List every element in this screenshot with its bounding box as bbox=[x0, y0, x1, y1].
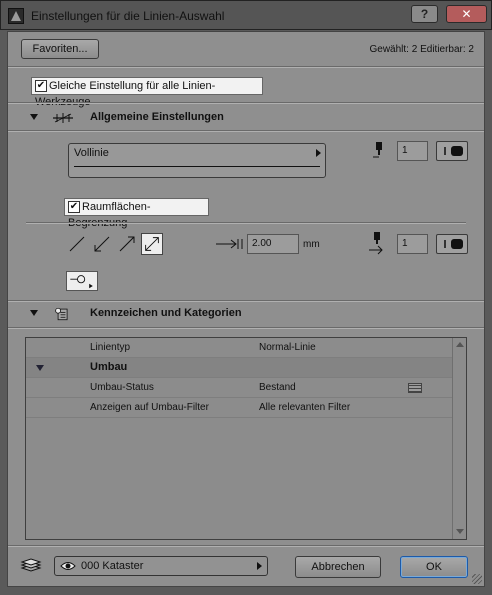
divider bbox=[8, 66, 484, 68]
line-sample bbox=[74, 166, 320, 167]
list-scrollbar[interactable] bbox=[452, 338, 466, 539]
list-item[interactable]: Anzeigen auf Umbau-Filter Alle relevante… bbox=[26, 398, 452, 418]
list-item[interactable]: Linientyp Normal-Linie bbox=[26, 338, 452, 358]
arrow-start-icon[interactable] bbox=[91, 233, 113, 255]
arrow-pen-icon bbox=[369, 232, 383, 255]
row-value[interactable]: Bestand bbox=[259, 382, 296, 393]
zone-boundary-label: Raumflächen-Begrenzung bbox=[68, 201, 151, 230]
list-item[interactable]: Umbau-Status Bestand bbox=[26, 378, 452, 398]
arrow-size-icon bbox=[216, 239, 243, 249]
same-settings-checkbox[interactable]: ✔ bbox=[35, 80, 47, 93]
layers-icon bbox=[20, 558, 42, 572]
line-tool-icon bbox=[53, 113, 73, 123]
resize-grip[interactable] bbox=[472, 574, 482, 584]
cancel-button[interactable]: Abbrechen bbox=[295, 556, 381, 578]
title-bar: Einstellungen für die Linien-Auswahl ? ✕ bbox=[0, 0, 492, 30]
arrow-pen-color-button[interactable] bbox=[436, 234, 468, 254]
zone-boundary-option[interactable]: ✔ Raumflächen-Begrenzung bbox=[64, 198, 209, 229]
app-icon bbox=[8, 8, 24, 24]
brick-pattern-icon bbox=[408, 383, 422, 393]
categories-list[interactable]: Linientyp Normal-Linie Umbau Umbau-Statu… bbox=[25, 337, 467, 540]
arrow-size-unit: mm bbox=[303, 239, 320, 250]
collapse-triangle-icon[interactable] bbox=[30, 114, 38, 120]
section-general-title: Allgemeine Einstellungen bbox=[90, 111, 224, 123]
scroll-down-icon[interactable] bbox=[456, 529, 464, 534]
arrow-pen-number-field[interactable]: 1 bbox=[397, 234, 428, 254]
arrow-end-icon[interactable] bbox=[116, 233, 138, 255]
group-collapse-icon[interactable] bbox=[36, 365, 44, 371]
line-type-dropdown[interactable]: Vollinie bbox=[68, 143, 326, 178]
line-end-style-icon[interactable] bbox=[66, 271, 98, 291]
section-categories-title: Kennzeichen und Kategorien bbox=[90, 307, 242, 319]
ok-button[interactable]: OK bbox=[400, 556, 468, 578]
scroll-up-icon[interactable] bbox=[456, 342, 464, 347]
dropdown-arrow-icon bbox=[257, 562, 262, 570]
dialog-body: Favoriten... Gewählt: 2 Editierbar: 2 ✔ G… bbox=[7, 31, 485, 587]
divider bbox=[8, 545, 484, 547]
divider bbox=[8, 102, 484, 104]
line-type-value: Vollinie bbox=[74, 147, 109, 159]
pen-icon bbox=[373, 142, 382, 158]
arrow-both-icon[interactable] bbox=[141, 233, 163, 255]
eye-icon bbox=[60, 562, 76, 570]
zone-boundary-checkbox[interactable]: ✔ bbox=[68, 201, 80, 214]
selection-info: Gewählt: 2 Editierbar: 2 bbox=[369, 44, 475, 55]
list-group-umbau[interactable]: Umbau bbox=[26, 358, 452, 378]
divider bbox=[8, 327, 484, 329]
divider bbox=[8, 130, 484, 132]
row-value[interactable]: Normal-Linie bbox=[259, 342, 316, 353]
line-pen-color-button[interactable] bbox=[436, 141, 468, 161]
group-label: Umbau bbox=[90, 361, 128, 373]
arrow-size-field[interactable]: 2.00 bbox=[247, 234, 299, 254]
arrow-none-icon[interactable] bbox=[66, 233, 88, 255]
section-general-header[interactable]: Allgemeine Einstellungen bbox=[8, 106, 484, 130]
same-settings-option[interactable]: ✔ Gleiche Einstellung für alle Linien-Wer… bbox=[31, 77, 263, 108]
row-label: Umbau-Status bbox=[90, 382, 154, 393]
favorites-button[interactable]: Favoriten... bbox=[21, 39, 99, 59]
row-label: Anzeigen auf Umbau-Filter bbox=[90, 402, 209, 413]
row-label: Linientyp bbox=[90, 342, 131, 353]
dropdown-arrow-icon bbox=[316, 149, 321, 157]
layer-name: 000 Kataster bbox=[81, 560, 144, 572]
line-pen-number-field[interactable]: 1 bbox=[397, 141, 428, 161]
tag-categories-icon bbox=[55, 307, 68, 321]
window-title: Einstellungen für die Linien-Auswahl bbox=[31, 9, 225, 23]
section-categories-header[interactable]: Kennzeichen und Kategorien bbox=[8, 302, 484, 326]
layer-dropdown[interactable]: 000 Kataster bbox=[54, 556, 268, 576]
help-button[interactable]: ? bbox=[411, 5, 438, 23]
collapse-triangle-icon[interactable] bbox=[30, 310, 38, 316]
close-button[interactable]: ✕ bbox=[446, 5, 487, 23]
divider bbox=[26, 222, 466, 224]
row-value[interactable]: Alle relevanten Filter bbox=[259, 402, 350, 413]
